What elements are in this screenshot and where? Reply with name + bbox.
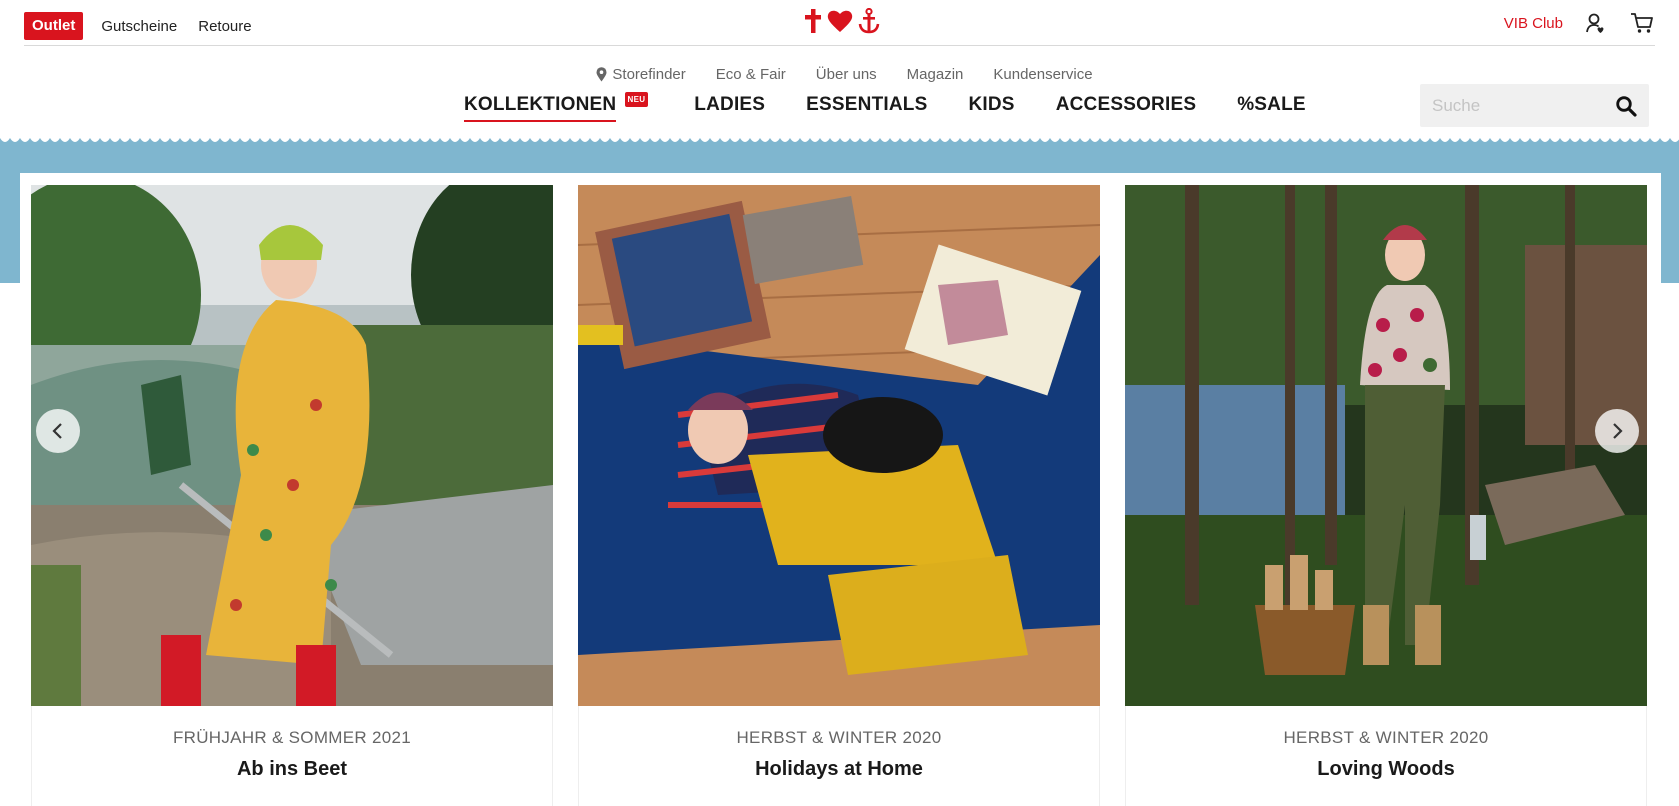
nav-accessories[interactable]: ACCESSORIES xyxy=(1056,94,1197,120)
card-footer xyxy=(578,706,1100,806)
collection-card[interactable]: HERBST & WINTER 2020 Loving Woods xyxy=(1114,173,1661,806)
card-season: HERBST & WINTER 2020 xyxy=(1283,728,1489,747)
top-utility-bar: Outlet Gutscheine Retoure VIB Club xyxy=(24,0,1655,46)
new-badge: NEU xyxy=(624,92,649,107)
card-footer xyxy=(1125,706,1647,806)
nav-sale[interactable]: %SALE xyxy=(1237,94,1306,120)
vib-club-link[interactable]: VIB Club xyxy=(1504,15,1563,32)
outlet-button[interactable]: Outlet xyxy=(24,12,84,40)
chevron-right-icon xyxy=(1613,423,1623,439)
collection-card[interactable]: FRÜHJAHR & SOMMER 2021 Ab ins Beet xyxy=(20,173,567,806)
carousel-prev-button[interactable] xyxy=(36,409,80,453)
about-us-link[interactable]: Über uns xyxy=(816,66,877,83)
top-links: Outlet Gutscheine Retoure xyxy=(24,12,273,40)
card-title[interactable]: Loving Woods xyxy=(1125,758,1647,781)
cart-icon[interactable] xyxy=(1629,10,1655,36)
heart-icon xyxy=(827,10,853,32)
carousel-next-button[interactable] xyxy=(1595,409,1639,453)
search-box xyxy=(1420,84,1649,127)
card-title[interactable]: Ab ins Beet xyxy=(31,758,553,781)
card-footer xyxy=(31,706,553,806)
nav-collections[interactable]: KOLLEKTIONEN NEU xyxy=(464,92,649,122)
card-title[interactable]: Holidays at Home xyxy=(578,758,1100,781)
secondary-nav: Storefinder Eco & Fair Über uns Magazin … xyxy=(0,66,1679,83)
returns-link[interactable]: Retoure xyxy=(198,18,251,35)
chevron-left-icon xyxy=(52,423,62,439)
storefinder-link[interactable]: Storefinder xyxy=(596,66,686,83)
storefinder-label: Storefinder xyxy=(612,66,686,83)
vouchers-link[interactable]: Gutscheine xyxy=(101,18,177,35)
eco-fair-link[interactable]: Eco & Fair xyxy=(716,66,786,83)
collection-image[interactable] xyxy=(31,185,553,706)
card-season: HERBST & WINTER 2020 xyxy=(736,728,942,747)
nav-ladies[interactable]: LADIES xyxy=(694,94,765,120)
search-input[interactable] xyxy=(1420,95,1600,116)
magazine-link[interactable]: Magazin xyxy=(907,66,964,83)
nav-kids[interactable]: KIDS xyxy=(968,94,1014,120)
account-icon[interactable] xyxy=(1583,10,1609,36)
card-season: FRÜHJAHR & SOMMER 2021 xyxy=(172,728,412,747)
collection-image[interactable] xyxy=(1125,185,1647,706)
cross-icon xyxy=(805,9,821,33)
location-pin-icon xyxy=(596,67,607,82)
customer-service-link[interactable]: Kundenservice xyxy=(993,66,1092,83)
brand-logo[interactable] xyxy=(804,8,880,34)
collection-card[interactable]: HERBST & WINTER 2020 Holidays at Home xyxy=(567,173,1114,806)
wave-scallop xyxy=(0,138,1679,142)
wave-edge xyxy=(0,138,1679,142)
nav-collections-label: KOLLEKTIONEN xyxy=(464,94,617,115)
account-area: VIB Club xyxy=(1504,10,1655,36)
main-nav: KOLLEKTIONEN NEU LADIES ESSENTIALS KIDS … xyxy=(464,92,1347,122)
nav-essentials[interactable]: ESSENTIALS xyxy=(806,94,927,120)
anchor-icon xyxy=(858,8,880,34)
collection-image[interactable] xyxy=(578,185,1100,706)
search-icon[interactable] xyxy=(1615,95,1637,117)
